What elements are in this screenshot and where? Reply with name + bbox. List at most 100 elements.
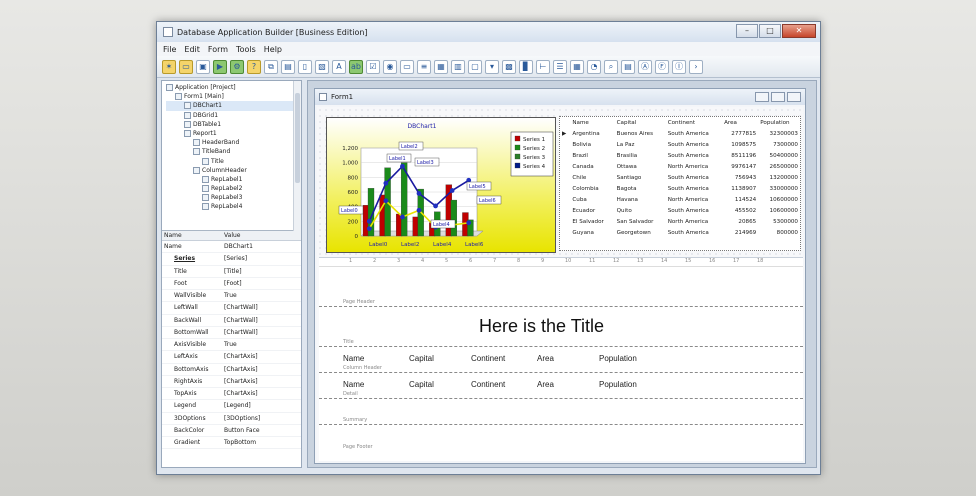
band-summary[interactable]: Summary	[319, 399, 803, 425]
grid-cell[interactable]: Santiago	[615, 172, 666, 183]
grid-column-header[interactable]: Capital	[615, 117, 666, 128]
form-close-button[interactable]	[787, 92, 801, 102]
grid-cell[interactable]: Georgetown	[615, 227, 666, 238]
grid-cell[interactable]: 1138907	[722, 183, 758, 194]
form-maximize-button[interactable]	[771, 92, 785, 102]
prop-value[interactable]: Button Face	[220, 425, 301, 436]
grid-row[interactable]: El Salvador San Salvador North America 2086…	[560, 216, 800, 227]
timer-tool-icon[interactable]: ◔	[587, 59, 601, 74]
grid-row[interactable]: Guyana Georgetown South America 214969 80000…	[560, 227, 800, 238]
calendar-tool-icon[interactable]: ▦	[570, 59, 584, 74]
panel-tool-icon[interactable]: ▢	[468, 59, 482, 74]
prop-value[interactable]: [Series]	[220, 253, 301, 264]
colhdr-population[interactable]: Population	[599, 354, 637, 363]
prop-value[interactable]: True	[220, 290, 301, 301]
grid-column-header[interactable]: Continent	[666, 117, 722, 128]
prop-value[interactable]: [Legend]	[220, 400, 301, 411]
run-icon[interactable]: ▶	[213, 59, 227, 74]
query-tool-icon[interactable]: ⌕	[604, 59, 618, 74]
grid-cell[interactable]: Ottawa	[615, 161, 666, 172]
checkbox-tool-icon[interactable]: ☑	[366, 59, 380, 74]
form-minimize-button[interactable]	[755, 92, 769, 102]
grid-cell[interactable]: Chile	[570, 172, 614, 183]
grid-cell[interactable]: 32300003	[758, 128, 800, 139]
prop-row[interactable]: TopAxis [ChartAxis]	[162, 388, 301, 401]
prop-row[interactable]: 3DOptions [3DOptions]	[162, 413, 301, 425]
grid-column-header[interactable]: Population	[758, 117, 800, 128]
grid-row[interactable]: Brazil Brasilia South America 8511196 504000…	[560, 150, 800, 161]
image-tool-icon[interactable]: ▩	[502, 59, 516, 74]
relabel-tool-icon[interactable]: Ⓐ	[638, 59, 652, 74]
grid-cell[interactable]: 1098575	[722, 139, 758, 150]
chart-tool-icon[interactable]: ▊	[519, 59, 533, 74]
grid-cell[interactable]: 5300000	[758, 216, 800, 227]
prop-row[interactable]: LeftAxis [ChartAxis]	[162, 351, 301, 364]
report-designer[interactable]: 1 2 3 4 5 6 7 8 9 10 11 12 13 14 15 16 17 18 Page Header …	[319, 257, 803, 461]
tree-item[interactable]: Title	[166, 157, 297, 166]
build-icon[interactable]: ⚙	[230, 59, 244, 74]
menu-help[interactable]: Help	[264, 45, 282, 54]
grid-cell[interactable]: 8511196	[722, 150, 758, 161]
grid-cell[interactable]: Cuba	[570, 194, 614, 205]
open-folder-icon[interactable]: ▭	[179, 59, 193, 74]
grid-row[interactable]: Canada Ottawa North America 9976147 26500000	[560, 161, 800, 172]
close-button[interactable]: ✕	[782, 24, 816, 38]
prop-row[interactable]: BottomAxis [ChartAxis]	[162, 364, 301, 376]
refield-tool-icon[interactable]: Ⓕ	[655, 59, 669, 74]
report-tool-icon[interactable]: ▤	[621, 59, 635, 74]
prop-row[interactable]: Series [Series]	[162, 253, 301, 266]
prop-value[interactable]: [ChartAxis]	[220, 388, 301, 399]
band-detail[interactable]: Detail	[319, 373, 803, 399]
grid-cell[interactable]: 10600000	[758, 194, 800, 205]
tree-tool-icon[interactable]: ⊢	[536, 59, 550, 74]
prop-value[interactable]: [Foot]	[220, 278, 301, 289]
grid-cell[interactable]: North America	[666, 161, 722, 172]
grid-cell[interactable]: South America	[666, 128, 722, 139]
prop-value[interactable]: [ChartWall]	[220, 302, 301, 313]
grid-cell[interactable]: 26500000	[758, 161, 800, 172]
prop-row[interactable]: BottomWall [ChartWall]	[162, 327, 301, 339]
prop-value[interactable]: [Title]	[220, 266, 301, 277]
grid-cell[interactable]: South America	[666, 172, 722, 183]
grid-cell[interactable]: La Paz	[615, 139, 666, 150]
prop-row[interactable]: BackColor Button Face	[162, 425, 301, 437]
grid-cell[interactable]: Canada	[570, 161, 614, 172]
grid-cell[interactable]: South America	[666, 227, 722, 238]
new-report-icon[interactable]: ▧	[315, 59, 329, 74]
table-tool-icon[interactable]: ▥	[451, 59, 465, 74]
prop-row[interactable]: LeftWall [ChartWall]	[162, 302, 301, 315]
grid-row[interactable]: Bolivia La Paz South America 1098575 7300000	[560, 139, 800, 150]
menu-tools[interactable]: Tools	[236, 45, 256, 54]
prop-row[interactable]: AxisVisible True	[162, 339, 301, 352]
grid-cell[interactable]: 455502	[722, 205, 758, 216]
grid-cell[interactable]: South America	[666, 183, 722, 194]
prop-value[interactable]: DBChart1	[220, 241, 301, 252]
colhdr-area[interactable]: Area	[537, 354, 554, 363]
band-column-header[interactable]: Column Header	[319, 347, 803, 373]
memo-tool-icon[interactable]: ≡	[417, 59, 431, 74]
grid-cell[interactable]: 7300000	[758, 139, 800, 150]
grid-cell[interactable]: 20865	[722, 216, 758, 227]
tree-item[interactable]: RepLabel1	[166, 175, 297, 184]
new-project-icon[interactable]: ✶	[162, 59, 176, 74]
grid-cell[interactable]: Havana	[615, 194, 666, 205]
prop-row[interactable]: BackWall [ChartWall]	[162, 315, 301, 327]
prop-value[interactable]: [ChartAxis]	[220, 351, 301, 362]
grid-cell[interactable]: Buenos Aires	[615, 128, 666, 139]
grid-cell[interactable]: South America	[666, 150, 722, 161]
grid-cell[interactable]: North America	[666, 216, 722, 227]
tree-item[interactable]: RepLabel4	[166, 202, 297, 211]
edit-tool-icon[interactable]: ▭	[400, 59, 414, 74]
form-canvas[interactable]: DBChart11,2001,0008006004002000Label0Lab…	[317, 107, 803, 461]
grid-row[interactable]: ▶ Argentina Buenos Aires South America 27778…	[560, 128, 800, 139]
grid-cell[interactable]: 214969	[722, 227, 758, 238]
grid-cell[interactable]: Quito	[615, 205, 666, 216]
grid-cell[interactable]: 9976147	[722, 161, 758, 172]
prop-row[interactable]: Foot [Foot]	[162, 278, 301, 290]
colhdr-continent[interactable]: Continent	[471, 354, 505, 363]
detail-population[interactable]: Population	[599, 380, 637, 389]
minimize-button[interactable]: –	[736, 24, 758, 38]
grid-cell[interactable]: Guyana	[570, 227, 614, 238]
menu-edit[interactable]: Edit	[184, 45, 200, 54]
tree-item[interactable]: TitleBand	[166, 147, 297, 156]
